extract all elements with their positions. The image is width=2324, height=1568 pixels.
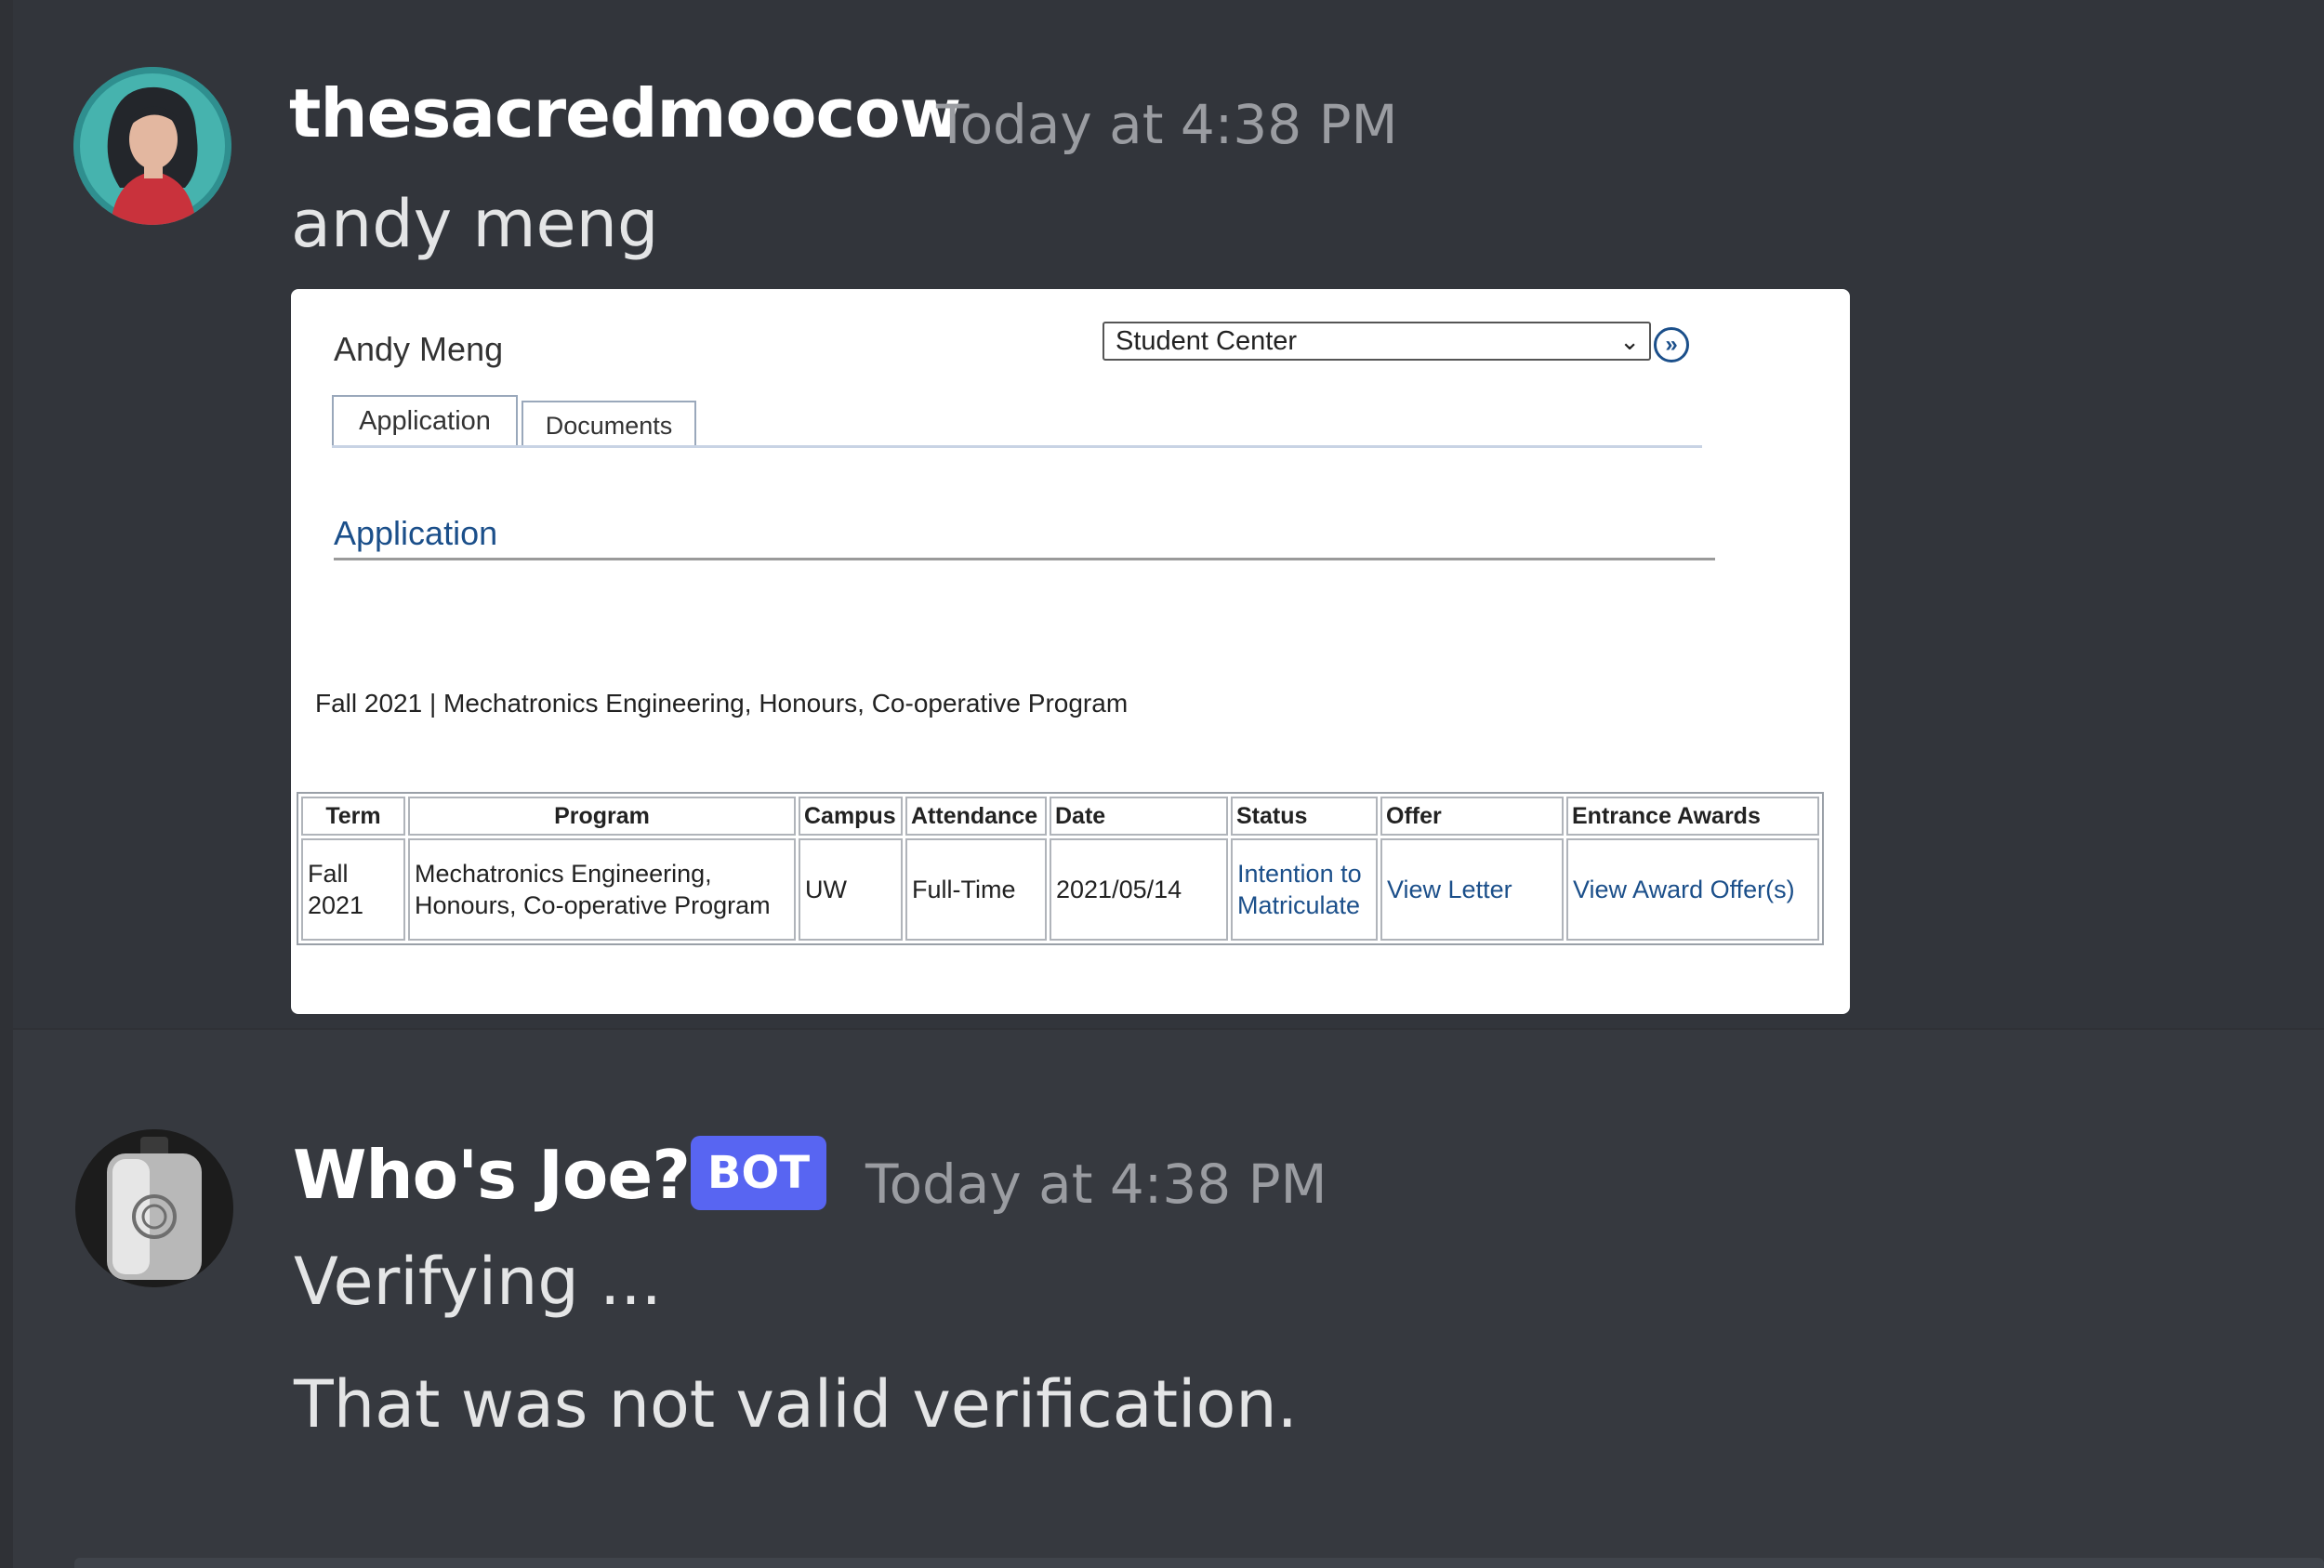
tab-application: Application [332,395,518,447]
program-summary: Fall 2021 | Mechatronics Engineering, Ho… [315,689,1129,718]
header-program: Program [408,797,796,836]
section-heading: Application [334,514,498,552]
user-avatar-icon [73,67,231,225]
header-campus: Campus [799,797,903,836]
navigation-select: Student Center ⌄ [1103,322,1651,361]
cell-status-link: Intention to Matriculate [1231,838,1378,941]
message-text: andy meng [291,186,659,262]
go-arrow-icon: » [1654,327,1689,362]
cell-term: Fall 2021 [301,838,405,941]
navigation-select-value: Student Center [1116,326,1298,356]
bot-badge: BOT [691,1136,826,1210]
cell-campus: UW [799,838,903,941]
channel-top-area [13,0,2324,54]
chat-page: thesacredmoocow Today at 4:38 PM andy me… [0,0,2324,1568]
table-header-row: Term Program Campus Attendance Date Stat… [301,797,1819,836]
heading-divider [334,558,1715,560]
author-name[interactable]: thesacredmoocow [289,74,961,152]
cell-attendance: Full-Time [905,838,1047,941]
table-row: Fall 2021 Mechatronics Engineering, Hono… [301,838,1819,941]
bot-message-line-2: That was not valid verification. [294,1366,1298,1443]
header-offer: Offer [1380,797,1564,836]
cell-program: Mechatronics Engineering, Honours, Co-op… [408,838,796,941]
application-table: Term Program Campus Attendance Date Stat… [297,792,1824,945]
message-input-edge[interactable] [74,1558,2324,1568]
header-date: Date [1050,797,1228,836]
bot-message-timestamp[interactable]: Today at 4:38 PM [865,1153,1327,1216]
image-attachment[interactable]: Andy Meng Student Center ⌄ » Application… [291,289,1850,1014]
flask-avatar-icon [75,1129,233,1287]
message-divider [13,1028,2324,1030]
tab-documents: Documents [522,401,696,447]
message-timestamp[interactable]: Today at 4:38 PM [936,93,1398,156]
view-letter-link: View Letter [1380,838,1564,941]
cell-date: 2021/05/14 [1050,838,1228,941]
header-attendance: Attendance [905,797,1047,836]
view-award-link: View Award Offer(s) [1566,838,1819,941]
chevron-down-icon: ⌄ [1619,327,1640,355]
header-status: Status [1231,797,1378,836]
bot-avatar[interactable] [75,1129,233,1287]
header-term: Term [301,797,405,836]
header-entrance-awards: Entrance Awards [1566,797,1819,836]
user-avatar[interactable] [73,67,231,225]
bot-author-name[interactable]: Who's Joe? [293,1136,691,1214]
bot-message-line-1: Verifying ... [294,1244,662,1320]
tab-underline [332,445,1702,448]
student-name: Andy Meng [334,330,504,368]
server-sidebar-edge [0,0,13,1568]
